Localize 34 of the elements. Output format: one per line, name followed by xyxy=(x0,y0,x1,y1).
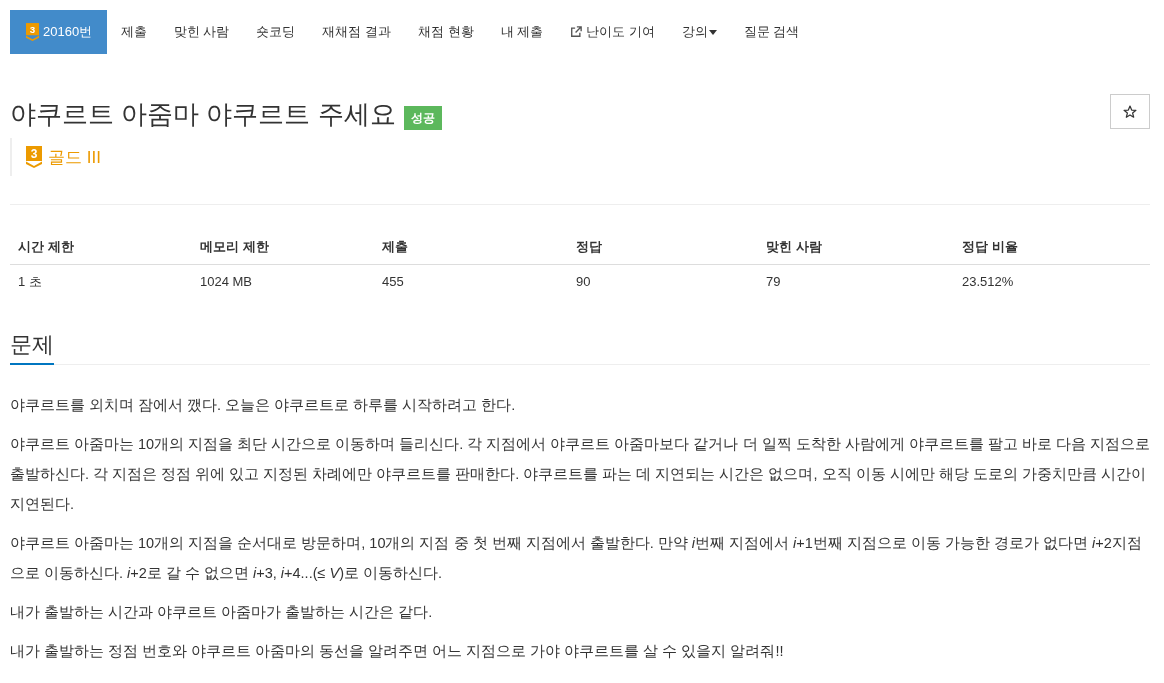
paragraph: 내가 출발하는 시간과 야쿠르트 아줌마가 출발하는 시간은 같다. xyxy=(10,603,434,622)
table-cell: 455 xyxy=(374,264,568,299)
nav-tab[interactable]: 강의 xyxy=(668,10,731,54)
problem-title: 야쿠르트 아줌마 야쿠르트 주세요 xyxy=(10,98,396,131)
nav-tab[interactable]: 숏코딩 xyxy=(242,10,309,54)
column-header: 정답 xyxy=(568,230,758,265)
nav-tab[interactable]: 난이도 기여 xyxy=(556,10,669,54)
section-heading: 문제 xyxy=(10,329,54,365)
status-label: 성공 xyxy=(403,106,442,130)
nav-tab[interactable]: 3 20160번 xyxy=(10,10,108,54)
table-cell: 90 xyxy=(568,264,758,299)
nav-tab[interactable]: 질문 검색 xyxy=(730,10,813,54)
paragraph: 야쿠르트 아줌마는 10개의 지점을 최단 시간으로 이동하며 들리신다. 각 지점에서 야쿠르트 아줌마보다 같거나 더 일찍 도착한 사람에게 야쿠르트를 팔고 바로 다음 지점으로 출발하신다. 각 지점은 정점 위에 있고 지정된 차례에만 야쿠르트를 판매한다. 야쿠르트를 파는 데 지연되는 시간은 없으며, 오직 이동 시에만 해당 도로의 가중치만큼 시간이 지연된다. xyxy=(10,435,1150,514)
nav-tab[interactable]: 채점 현황 xyxy=(404,10,488,54)
nav-tab[interactable]: 맞힌 사람 xyxy=(160,10,243,54)
column-header: 시간 제한 xyxy=(10,230,192,265)
nav-tab[interactable]: 재채점 결과 xyxy=(308,10,405,54)
tier-label: 골드 III xyxy=(48,146,101,169)
column-header: 제출 xyxy=(374,230,568,265)
column-header: 맞힌 사람 xyxy=(758,230,954,265)
column-header: 메모리 제한 xyxy=(192,230,374,265)
paragraph: 야쿠르트 아줌마는 10개의 지점을 순서대로 방문하며, 10개의 지점 중 첫 번째 지점에서 출발한다. 만약 i번째 지점에서 i+1번째 지점으로 이동 가능한 경로가 없다면 i+2지점으로 이동하신다. i+2로 갈 수 없으면 i+3, i+4...(≤ V)로 이동하신다. xyxy=(10,534,1143,583)
table-cell: 1 초 xyxy=(10,264,192,299)
external-link-icon xyxy=(570,26,583,38)
paragraph: 내가 출발하는 정점 번호와 야쿠르트 아줌마의 동선을 알려주면 어느 지점으로 가야 야쿠르트를 살 수 있을지 알려줘!! xyxy=(10,642,785,661)
caret-icon xyxy=(708,29,717,35)
column-header: 정답 비율 xyxy=(954,230,1150,265)
nav-tab[interactable]: 제출 xyxy=(107,10,161,54)
table-cell: 23.512% xyxy=(954,264,1150,299)
table-cell: 79 xyxy=(758,264,954,299)
nav-tab[interactable]: 내 제출 xyxy=(487,10,557,54)
favorite-button[interactable] xyxy=(1110,94,1150,129)
table-cell: 1024 MB xyxy=(192,264,374,299)
paragraph: 야쿠르트를 외치며 잠에서 깼다. 오늘은 야쿠르트로 하루를 시작하려고 한다. xyxy=(10,396,517,415)
